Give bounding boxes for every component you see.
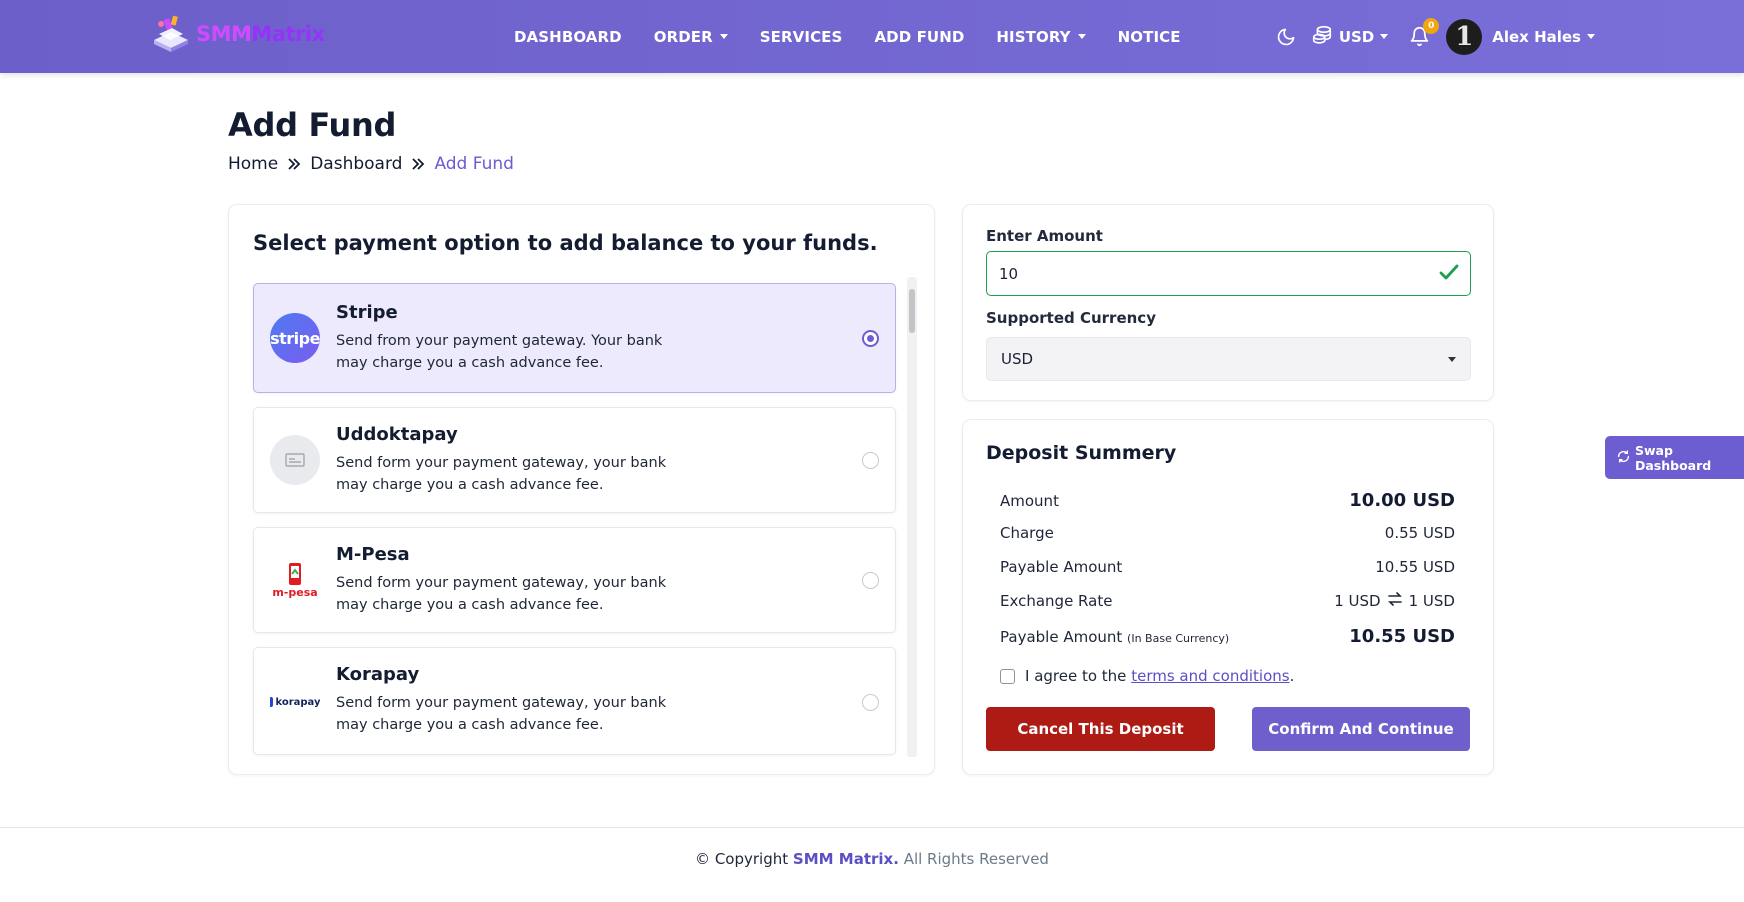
exchange-arrows-icon	[1387, 592, 1403, 610]
gateway-radio[interactable]	[862, 330, 879, 347]
payment-heading: Select payment option to add balance to …	[253, 231, 878, 255]
gateway-description: Send form your payment gateway, your ban…	[336, 695, 667, 733]
footer-brand-link[interactable]: SMM Matrix.	[793, 850, 899, 868]
nav-order[interactable]: ORDER	[654, 28, 728, 46]
logo-icon	[150, 14, 192, 54]
page-title: Add Fund	[228, 106, 397, 144]
breadcrumb-current: Add Fund	[434, 154, 514, 174]
chevron-down-icon	[1077, 34, 1086, 39]
swap-dashboard-button[interactable]: Swap Dashboard	[1605, 436, 1744, 479]
terms-link[interactable]: terms and conditions	[1131, 667, 1289, 685]
chevron-down-icon	[1380, 34, 1389, 39]
amount-input[interactable]	[986, 251, 1471, 296]
gateway-description: Send from your payment gateway. Your ban…	[336, 333, 663, 371]
gateway-radio[interactable]	[862, 452, 879, 469]
breadcrumb: Home Dashboard Add Fund	[228, 154, 514, 174]
gateway-name: Korapay	[336, 664, 420, 685]
breadcrumb-dashboard[interactable]: Dashboard	[310, 154, 402, 174]
nav-services[interactable]: SERVICES	[760, 28, 843, 46]
gateway-description: Send form your payment gateway, your ban…	[336, 575, 667, 613]
coins-icon	[1311, 24, 1333, 50]
deposit-summary-card: Deposit Summery Amount 10.00 USD Charge …	[962, 419, 1494, 775]
top-navbar: SMMMatrix DASHBOARD ORDER SERVICES ADD F…	[0, 0, 1744, 73]
gateway-scrollbar[interactable]	[907, 277, 917, 757]
summary-row-base-amount: Payable Amount (In Base Currency) 10.55 …	[1000, 626, 1455, 647]
cancel-deposit-button[interactable]: Cancel This Deposit	[986, 707, 1215, 751]
gateway-radio[interactable]	[862, 572, 879, 589]
double-chevron-right-icon	[286, 156, 302, 172]
footer: © Copyright SMM Matrix. All Rights Reser…	[695, 850, 1049, 868]
gateway-description: Send form your payment gateway, your ban…	[336, 455, 667, 493]
summary-title: Deposit Summery	[986, 442, 1177, 464]
gateway-korapay[interactable]: korapay Korapay Send form your payment g…	[253, 647, 896, 755]
summary-row-exchange-rate: Exchange Rate 1 USD 1 USD	[1000, 592, 1455, 610]
summary-row-charge: Charge 0.55 USD	[1000, 524, 1455, 542]
scrollbar-thumb[interactable]	[909, 289, 915, 333]
amount-card: Enter Amount Supported Currency USD	[962, 204, 1494, 401]
chevron-down-icon	[719, 34, 728, 39]
nav-notice[interactable]: NOTICE	[1118, 28, 1181, 46]
gateway-name: M-Pesa	[336, 544, 410, 565]
summary-row-payable: Payable Amount 10.55 USD	[1000, 558, 1455, 576]
chevron-down-icon	[1587, 34, 1595, 39]
gateway-radio[interactable]	[862, 694, 879, 711]
breadcrumb-home[interactable]: Home	[228, 154, 278, 174]
gateway-uddoktapay[interactable]: Uddoktapay Send form your payment gatewa…	[253, 407, 896, 513]
gateway-name: Uddoktapay	[336, 424, 458, 445]
summary-row-amount: Amount 10.00 USD	[1000, 490, 1455, 511]
stripe-logo-icon: stripe	[270, 313, 320, 363]
card-placeholder-icon	[270, 435, 320, 485]
bell-icon[interactable]: 0	[1408, 17, 1440, 48]
currency-dropdown[interactable]: USD	[1311, 24, 1389, 50]
currency-select[interactable]: USD	[986, 337, 1471, 381]
notification-badge: 0	[1423, 17, 1440, 34]
brand-logo[interactable]: SMMMatrix	[150, 14, 325, 54]
nav-history[interactable]: HISTORY	[996, 28, 1086, 46]
confirm-continue-button[interactable]: Confirm And Continue	[1252, 707, 1470, 751]
nav-right-tools: USD 0 1 Alex Hales	[1275, 0, 1595, 73]
moon-icon[interactable]	[1275, 26, 1297, 48]
gateway-stripe[interactable]: stripe Stripe Send from your payment gat…	[253, 283, 896, 393]
terms-checkbox[interactable]	[1000, 668, 1015, 684]
chevron-down-icon	[1448, 357, 1456, 362]
avatar[interactable]: 1	[1446, 18, 1483, 55]
user-menu[interactable]: Alex Hales	[1492, 28, 1595, 46]
double-chevron-right-icon	[410, 156, 426, 172]
payment-options-card: Select payment option to add balance to …	[228, 204, 935, 775]
currency-label: Supported Currency	[986, 309, 1156, 327]
footer-divider	[0, 827, 1744, 828]
korapay-logo-icon: korapay	[270, 677, 320, 727]
refresh-icon	[1617, 449, 1630, 466]
check-icon	[1439, 263, 1459, 285]
m-pesa-logo-icon: m-pesa	[270, 555, 320, 605]
amount-label: Enter Amount	[986, 227, 1103, 245]
nav-add-fund[interactable]: ADD FUND	[874, 28, 964, 46]
gateway-name: Stripe	[336, 302, 398, 323]
nav-dashboard[interactable]: DASHBOARD	[514, 28, 622, 46]
main-nav: DASHBOARD ORDER SERVICES ADD FUND HISTOR…	[514, 0, 1213, 73]
logo-text: SMMMatrix	[196, 22, 325, 46]
terms-agreement: I agree to the terms and conditions.	[1000, 667, 1294, 685]
gateway-m-pesa[interactable]: m-pesa M-Pesa Send form your payment gat…	[253, 527, 896, 633]
